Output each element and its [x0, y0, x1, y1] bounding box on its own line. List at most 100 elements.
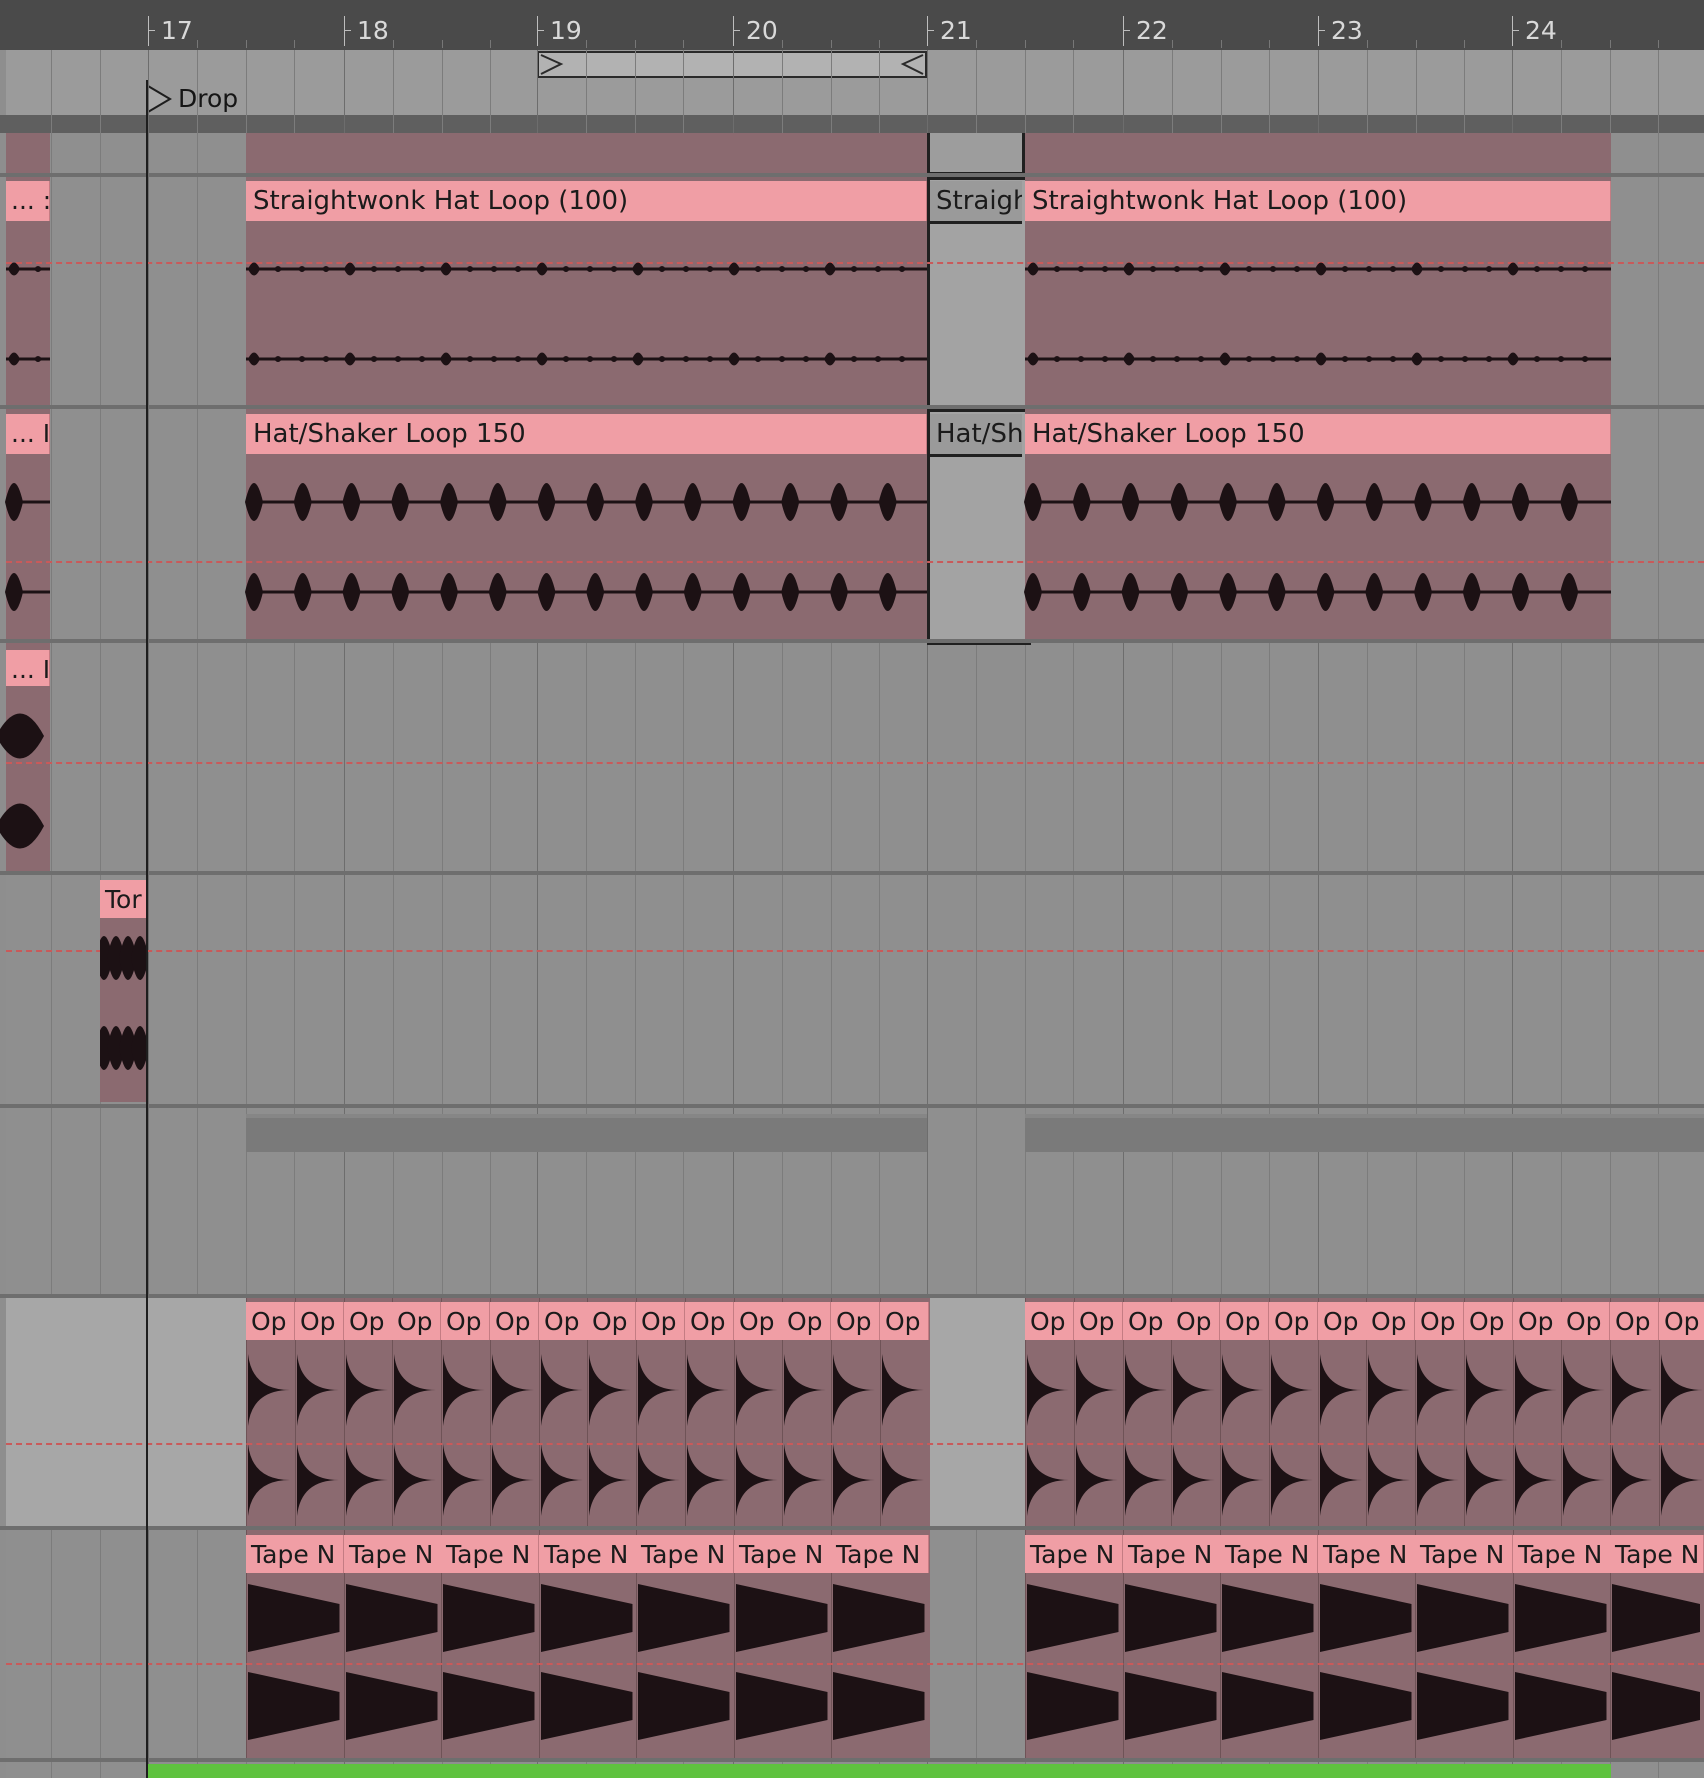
open-hat-clip-header[interactable]: Op	[1513, 1302, 1562, 1340]
open-hat-clip-header[interactable]: Op	[344, 1302, 393, 1340]
waveform-transient	[537, 483, 556, 521]
open-hat-waveform	[784, 1354, 826, 1516]
waveform-transient	[34, 356, 42, 362]
open-hat-clip-header[interactable]: Op	[1318, 1302, 1367, 1340]
arrangement-view: 17 18 19 20 21 22 23 24 Drop ... : Strai…	[0, 0, 1704, 1778]
open-hat-clip-header[interactable]: Op	[685, 1302, 734, 1340]
waveform-transient	[1341, 356, 1349, 362]
waveform-transient	[536, 262, 548, 276]
bar-number-20: 20	[733, 16, 778, 46]
locator-triangle-icon	[147, 84, 172, 114]
tape-noise-clip-header[interactable]: Tape N	[1415, 1535, 1513, 1573]
clip-name: Op	[1371, 1307, 1407, 1336]
waveform-body	[833, 1672, 925, 1740]
waveform-transient	[1557, 266, 1565, 272]
waveform-transient	[732, 573, 751, 611]
open-hat-clip-header[interactable]: Op	[1123, 1302, 1172, 1340]
clip-name: Tape N	[1225, 1540, 1310, 1569]
loop-brace[interactable]	[537, 51, 927, 78]
open-hat-clip-header[interactable]: Op	[587, 1302, 636, 1340]
waveform-transient	[638, 1444, 680, 1516]
waveform-transient	[1511, 573, 1530, 611]
tape-noise-clip-header[interactable]: Tape N	[636, 1535, 734, 1573]
open-hat-clip-header[interactable]: Op	[1610, 1302, 1659, 1340]
clip-name: Op	[690, 1307, 726, 1336]
waveform-transient	[297, 1354, 339, 1426]
waveform-transient	[1389, 266, 1397, 272]
open-hat-clip-header[interactable]: Op	[539, 1302, 588, 1340]
open-hat-clip-header[interactable]: Op	[1464, 1302, 1513, 1340]
waveform-transient	[1581, 356, 1589, 362]
waveform-transient	[632, 352, 644, 366]
open-hat-clip-header[interactable]: Op	[1659, 1302, 1704, 1340]
open-hat-waveform	[1271, 1354, 1313, 1516]
waveform-body	[638, 1672, 730, 1740]
ruler-tick	[879, 40, 880, 48]
tape-noise-clip-header[interactable]: Tape N	[734, 1535, 832, 1573]
open-hat-clip-header[interactable]: Op	[1171, 1302, 1220, 1340]
tape-noise-clip-header[interactable]: Tape N	[441, 1535, 539, 1573]
waveform-transient	[298, 356, 306, 362]
open-hat-clip-header[interactable]: Op	[636, 1302, 685, 1340]
waveform-transient	[1123, 352, 1135, 366]
playhead-line[interactable]	[146, 80, 148, 1778]
open-hat-clip-header[interactable]: Op	[441, 1302, 490, 1340]
open-hat-clip-header[interactable]: Op	[831, 1302, 880, 1340]
tape-noise-clip-header[interactable]: Tape N	[1610, 1535, 1704, 1573]
waveform-transient	[1560, 573, 1579, 611]
waveform-body	[541, 1672, 633, 1740]
waveform-transient	[1365, 356, 1373, 362]
open-hat-clip-header[interactable]: Op	[1561, 1302, 1610, 1340]
clip-name: Op	[1079, 1307, 1115, 1336]
waveform-transient	[1027, 352, 1039, 366]
clip-name: Op	[1615, 1307, 1651, 1336]
waveform-transient	[683, 483, 702, 521]
waveform-transient	[1417, 1444, 1459, 1516]
waveform-transient	[781, 483, 800, 521]
tom-clip-header[interactable]: Tor	[100, 880, 147, 918]
tape-noise-clip-header[interactable]: Tape N	[1318, 1535, 1416, 1573]
ruler-tick	[1269, 40, 1270, 48]
tape-noise-clip-header[interactable]: Tape N	[344, 1535, 442, 1573]
open-hat-clip-header[interactable]: Op	[295, 1302, 344, 1340]
open-hat-clip-header[interactable]: Op	[734, 1302, 783, 1340]
waveform-transient	[1557, 356, 1565, 362]
open-hat-clip-header[interactable]: Op	[1415, 1302, 1464, 1340]
waveform-transient	[322, 356, 330, 362]
tape-noise-clip-header[interactable]: Tape N	[1123, 1535, 1221, 1573]
ruler-tick	[635, 40, 636, 48]
waveform-transient	[830, 483, 848, 521]
waveform-transient	[1149, 356, 1157, 362]
waveform-transient	[1149, 266, 1157, 272]
waveform-transient	[1076, 1354, 1118, 1426]
ruler-tick	[1073, 40, 1074, 48]
open-hat-clip-header[interactable]: Op	[490, 1302, 539, 1340]
open-hat-clip-header[interactable]: Op	[246, 1302, 295, 1340]
open-hat-waveform	[1466, 1354, 1508, 1516]
open-hat-clip-header[interactable]: Op	[1025, 1302, 1074, 1340]
open-hat-clip-header[interactable]: Op	[1220, 1302, 1269, 1340]
waveform-transient	[492, 1444, 534, 1516]
open-hat-clip-header[interactable]: Op	[1366, 1302, 1415, 1340]
waveform-transient	[344, 262, 356, 276]
tape-noise-clip-header[interactable]: Tape N	[1025, 1535, 1123, 1573]
open-hat-clip-header[interactable]: Op	[880, 1302, 929, 1340]
waveform-transient	[394, 356, 402, 362]
open-hat-clip-header[interactable]: Op	[782, 1302, 831, 1340]
waveform-transient	[589, 1444, 631, 1516]
beat-time-ruler[interactable]: 17 18 19 20 21 22 23 24	[0, 0, 1704, 50]
open-hat-clip-header[interactable]: Op	[392, 1302, 441, 1340]
open-hat-waveform	[1222, 1354, 1264, 1516]
tape-noise-clip-header[interactable]: Tape N	[831, 1535, 929, 1573]
open-hat-clip-header[interactable]: Op	[1074, 1302, 1123, 1340]
tape-noise-clip-header[interactable]: Tape N	[539, 1535, 637, 1573]
open-hat-clip-header[interactable]: Op	[1269, 1302, 1318, 1340]
tape-noise-clip-header[interactable]: Tape N	[1513, 1535, 1611, 1573]
waveform-transient	[1027, 1444, 1069, 1516]
loop-region-bar[interactable]	[148, 1764, 1611, 1778]
open-hat-waveform	[394, 1354, 436, 1516]
tape-noise-clip-header[interactable]: Tape N	[246, 1535, 344, 1573]
tape-noise-clip-header[interactable]: Tape N	[1220, 1535, 1318, 1573]
open-hat-waveform	[638, 1354, 680, 1516]
waveform-transient	[443, 1444, 485, 1516]
